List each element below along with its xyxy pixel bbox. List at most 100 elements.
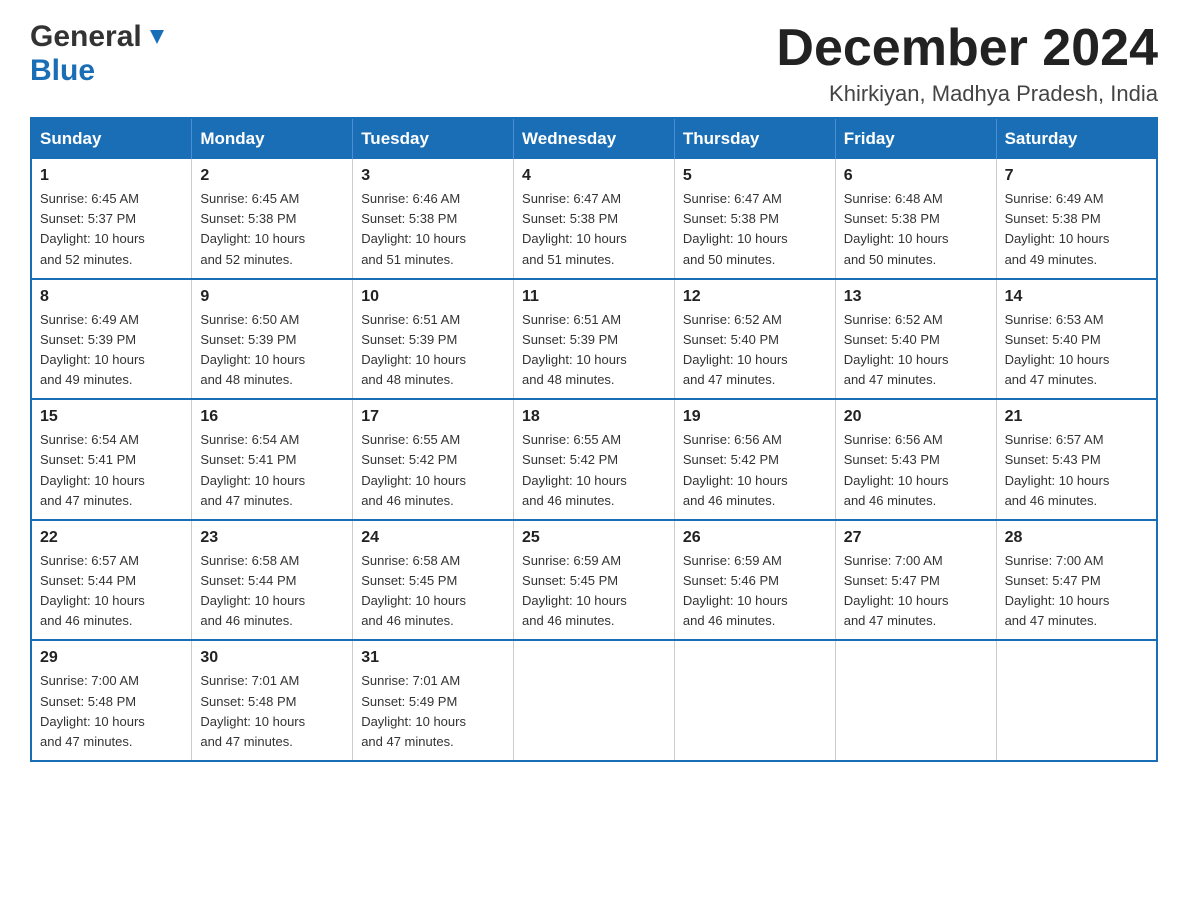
table-row: 14 Sunrise: 6:53 AMSunset: 5:40 PMDayligh…	[996, 279, 1157, 400]
calendar-header-row: Sunday Monday Tuesday Wednesday Thursday…	[31, 118, 1157, 159]
day-number: 18	[522, 408, 666, 426]
day-info: Sunrise: 6:58 AMSunset: 5:45 PMDaylight:…	[361, 551, 505, 632]
day-number: 30	[200, 649, 344, 667]
day-info: Sunrise: 6:58 AMSunset: 5:44 PMDaylight:…	[200, 551, 344, 632]
table-row: 18 Sunrise: 6:55 AMSunset: 5:42 PMDayligh…	[514, 399, 675, 520]
table-row	[835, 640, 996, 761]
day-info: Sunrise: 6:57 AMSunset: 5:43 PMDaylight:…	[1005, 430, 1148, 511]
day-info: Sunrise: 7:00 AMSunset: 5:48 PMDaylight:…	[40, 671, 183, 752]
day-number: 8	[40, 288, 183, 306]
col-tuesday: Tuesday	[353, 118, 514, 159]
logo-triangle-icon	[146, 26, 168, 53]
day-info: Sunrise: 6:52 AMSunset: 5:40 PMDaylight:…	[683, 310, 827, 391]
day-number: 12	[683, 288, 827, 306]
day-number: 27	[844, 529, 988, 547]
day-info: Sunrise: 6:57 AMSunset: 5:44 PMDaylight:…	[40, 551, 183, 632]
day-number: 29	[40, 649, 183, 667]
day-number: 3	[361, 167, 505, 185]
day-number: 19	[683, 408, 827, 426]
table-row: 2Sunrise: 6:45 AMSunset: 5:38 PMDaylight…	[192, 159, 353, 279]
day-number: 15	[40, 408, 183, 426]
day-info: Sunrise: 6:50 AMSunset: 5:39 PMDaylight:…	[200, 310, 344, 391]
day-info: Sunrise: 6:48 AMSunset: 5:38 PMDaylight:…	[844, 189, 988, 270]
day-info: Sunrise: 6:45 AMSunset: 5:38 PMDaylight:…	[200, 189, 344, 270]
table-row: 23 Sunrise: 6:58 AMSunset: 5:44 PMDayligh…	[192, 520, 353, 641]
day-number: 6	[844, 167, 988, 185]
day-info: Sunrise: 6:55 AMSunset: 5:42 PMDaylight:…	[361, 430, 505, 511]
logo: General Blue	[30, 20, 168, 88]
logo-blue-text: Blue	[30, 54, 95, 87]
calendar-table: Sunday Monday Tuesday Wednesday Thursday…	[30, 117, 1158, 762]
day-number: 1	[40, 167, 183, 185]
day-info: Sunrise: 6:51 AMSunset: 5:39 PMDaylight:…	[522, 310, 666, 391]
day-info: Sunrise: 6:59 AMSunset: 5:45 PMDaylight:…	[522, 551, 666, 632]
day-number: 11	[522, 288, 666, 306]
col-sunday: Sunday	[31, 118, 192, 159]
table-row: 9Sunrise: 6:50 AMSunset: 5:39 PMDaylight…	[192, 279, 353, 400]
day-number: 16	[200, 408, 344, 426]
day-info: Sunrise: 6:47 AMSunset: 5:38 PMDaylight:…	[683, 189, 827, 270]
table-row: 25Sunrise: 6:59 AMSunset: 5:45 PMDayligh…	[514, 520, 675, 641]
day-number: 23	[200, 529, 344, 547]
day-info: Sunrise: 6:55 AMSunset: 5:42 PMDaylight:…	[522, 430, 666, 511]
day-number: 10	[361, 288, 505, 306]
day-info: Sunrise: 6:56 AMSunset: 5:43 PMDaylight:…	[844, 430, 988, 511]
day-number: 31	[361, 649, 505, 667]
calendar-week-row: 8 Sunrise: 6:49 AMSunset: 5:39 PMDaylight…	[31, 279, 1157, 400]
logo-general-text: General	[30, 20, 142, 54]
table-row: 13Sunrise: 6:52 AMSunset: 5:40 PMDayligh…	[835, 279, 996, 400]
table-row: 7Sunrise: 6:49 AMSunset: 5:38 PMDaylight…	[996, 159, 1157, 279]
table-row: 4 Sunrise: 6:47 AMSunset: 5:38 PMDaylight…	[514, 159, 675, 279]
table-row: 8 Sunrise: 6:49 AMSunset: 5:39 PMDaylight…	[31, 279, 192, 400]
table-row	[996, 640, 1157, 761]
day-info: Sunrise: 6:56 AMSunset: 5:42 PMDaylight:…	[683, 430, 827, 511]
table-row: 11 Sunrise: 6:51 AMSunset: 5:39 PMDayligh…	[514, 279, 675, 400]
table-row	[514, 640, 675, 761]
day-number: 26	[683, 529, 827, 547]
table-row: 17Sunrise: 6:55 AMSunset: 5:42 PMDayligh…	[353, 399, 514, 520]
table-row: 10 Sunrise: 6:51 AMSunset: 5:39 PMDayligh…	[353, 279, 514, 400]
day-info: Sunrise: 6:59 AMSunset: 5:46 PMDaylight:…	[683, 551, 827, 632]
table-row: 16 Sunrise: 6:54 AMSunset: 5:41 PMDayligh…	[192, 399, 353, 520]
day-info: Sunrise: 6:46 AMSunset: 5:38 PMDaylight:…	[361, 189, 505, 270]
day-number: 22	[40, 529, 183, 547]
day-info: Sunrise: 6:49 AMSunset: 5:39 PMDaylight:…	[40, 310, 183, 391]
day-number: 5	[683, 167, 827, 185]
day-info: Sunrise: 6:45 AMSunset: 5:37 PMDaylight:…	[40, 189, 183, 270]
day-info: Sunrise: 6:54 AMSunset: 5:41 PMDaylight:…	[40, 430, 183, 511]
calendar-week-row: 22 Sunrise: 6:57 AMSunset: 5:44 PMDayligh…	[31, 520, 1157, 641]
table-row: 22 Sunrise: 6:57 AMSunset: 5:44 PMDayligh…	[31, 520, 192, 641]
table-row: 28Sunrise: 7:00 AMSunset: 5:47 PMDayligh…	[996, 520, 1157, 641]
day-info: Sunrise: 6:47 AMSunset: 5:38 PMDaylight:…	[522, 189, 666, 270]
table-row: 21 Sunrise: 6:57 AMSunset: 5:43 PMDayligh…	[996, 399, 1157, 520]
day-info: Sunrise: 7:00 AMSunset: 5:47 PMDaylight:…	[1005, 551, 1148, 632]
day-info: Sunrise: 7:01 AMSunset: 5:49 PMDaylight:…	[361, 671, 505, 752]
month-title: December 2024	[776, 20, 1158, 77]
table-row: 1 Sunrise: 6:45 AMSunset: 5:37 PMDaylight…	[31, 159, 192, 279]
day-number: 20	[844, 408, 988, 426]
col-friday: Friday	[835, 118, 996, 159]
table-row: 26 Sunrise: 6:59 AMSunset: 5:46 PMDayligh…	[674, 520, 835, 641]
table-row: 19 Sunrise: 6:56 AMSunset: 5:42 PMDayligh…	[674, 399, 835, 520]
table-row	[674, 640, 835, 761]
page-header: General Blue December 2024 Khirkiyan, Ma…	[30, 20, 1158, 107]
day-number: 13	[844, 288, 988, 306]
day-info: Sunrise: 6:51 AMSunset: 5:39 PMDaylight:…	[361, 310, 505, 391]
table-row: 12 Sunrise: 6:52 AMSunset: 5:40 PMDayligh…	[674, 279, 835, 400]
day-info: Sunrise: 7:01 AMSunset: 5:48 PMDaylight:…	[200, 671, 344, 752]
calendar-week-row: 1 Sunrise: 6:45 AMSunset: 5:37 PMDaylight…	[31, 159, 1157, 279]
col-saturday: Saturday	[996, 118, 1157, 159]
day-number: 21	[1005, 408, 1148, 426]
table-row: 29 Sunrise: 7:00 AMSunset: 5:48 PMDayligh…	[31, 640, 192, 761]
calendar-week-row: 29 Sunrise: 7:00 AMSunset: 5:48 PMDayligh…	[31, 640, 1157, 761]
day-info: Sunrise: 6:53 AMSunset: 5:40 PMDaylight:…	[1005, 310, 1148, 391]
table-row: 15 Sunrise: 6:54 AMSunset: 5:41 PMDayligh…	[31, 399, 192, 520]
table-row: 30 Sunrise: 7:01 AMSunset: 5:48 PMDayligh…	[192, 640, 353, 761]
day-info: Sunrise: 6:54 AMSunset: 5:41 PMDaylight:…	[200, 430, 344, 511]
calendar-week-row: 15 Sunrise: 6:54 AMSunset: 5:41 PMDayligh…	[31, 399, 1157, 520]
table-row: 31 Sunrise: 7:01 AMSunset: 5:49 PMDayligh…	[353, 640, 514, 761]
col-monday: Monday	[192, 118, 353, 159]
day-number: 4	[522, 167, 666, 185]
day-number: 14	[1005, 288, 1148, 306]
day-info: Sunrise: 6:49 AMSunset: 5:38 PMDaylight:…	[1005, 189, 1148, 270]
